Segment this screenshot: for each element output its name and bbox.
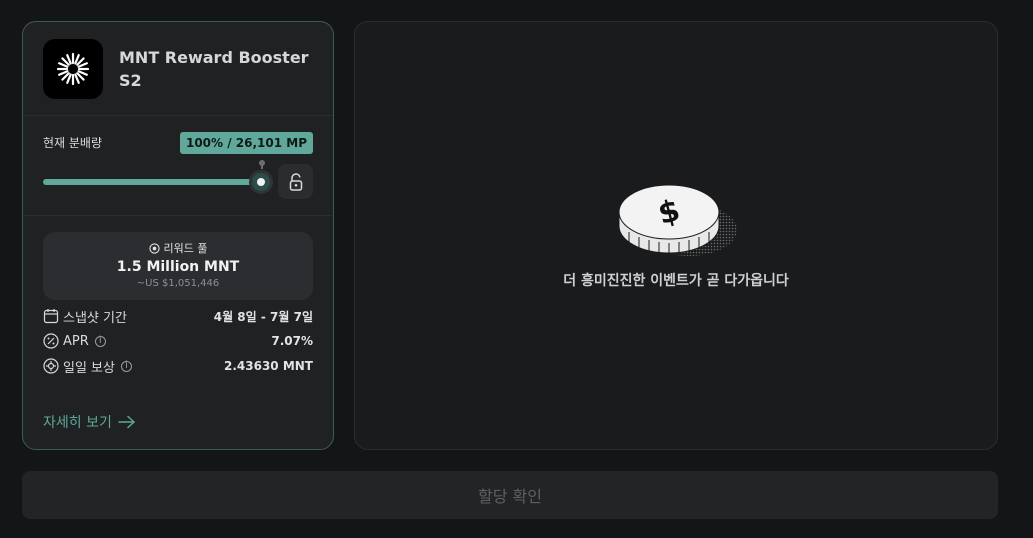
snapshot-period-label: 스냅샷 기간 (63, 310, 127, 326)
mantle-logo-icon (43, 39, 103, 99)
daily-reward-label: 일일 보상 (63, 360, 115, 376)
coming-soon-message: 더 흥미진진한 이벤트가 곧 다가옵니다 (563, 273, 789, 289)
allocation-badge: 100% / 26,101 MP (179, 132, 313, 154)
reward-pool: 리워드 풀 1.5 Million MNT ~US $1,051,446 (43, 232, 313, 300)
coin-icon: $ (618, 184, 737, 256)
reward-booster-page: MNT Reward Booster S2 현재 분배량 100% / 26,1… (0, 0, 1033, 538)
allocation-section: 현재 분배량 100% / 26,101 MP (23, 116, 333, 216)
daily-reward-info-icon[interactable]: i (120, 360, 132, 372)
daily-reward-row: 일일 보상 i 2.43630 MNT (43, 356, 313, 376)
allocation-slider-track[interactable] (43, 179, 261, 185)
target-icon (148, 242, 160, 254)
percent-icon (43, 333, 59, 349)
unlock-icon (289, 172, 302, 191)
apr-info-icon[interactable]: i (94, 335, 106, 347)
daily-reward-value: 2.43630 MNT (223, 359, 313, 373)
apr-value: 7.07% (271, 334, 313, 348)
confirm-allocation-button[interactable]: 할당 확인 (22, 471, 998, 519)
gear-icon (43, 358, 59, 374)
card-header: MNT Reward Booster S2 (23, 22, 333, 116)
coming-soon-panel: $ 더 흥미진진한 이벤트가 곧 다가옵니다 (354, 21, 998, 450)
reward-pool-usd: ~US $1,051,446 (136, 278, 220, 289)
view-details-label: 자세히 보기 (43, 415, 112, 431)
calendar-icon (43, 309, 59, 324)
allocation-label: 현재 분배량 (43, 136, 103, 150)
unlock-button[interactable] (278, 164, 313, 199)
card-title: MNT Reward Booster S2 (119, 48, 309, 90)
apr-row: APR i 7.07% (43, 331, 313, 351)
view-details-link[interactable]: 자세히 보기 (43, 412, 136, 432)
arrow-right-icon (118, 415, 135, 429)
reward-card: MNT Reward Booster S2 현재 분배량 100% / 26,1… (22, 21, 334, 450)
snapshot-period-value: 4월 8일 - 7월 7일 (213, 309, 313, 324)
reward-pool-value: 1.5 Million MNT (116, 259, 240, 275)
snapshot-period-row: 스냅샷 기간 4월 8일 - 7월 7일 (43, 306, 313, 326)
slider-max-marker (259, 160, 265, 169)
reward-pool-label: 리워드 풀 (163, 242, 208, 255)
apr-label: APR (63, 333, 89, 349)
allocation-slider-thumb[interactable] (249, 170, 273, 194)
